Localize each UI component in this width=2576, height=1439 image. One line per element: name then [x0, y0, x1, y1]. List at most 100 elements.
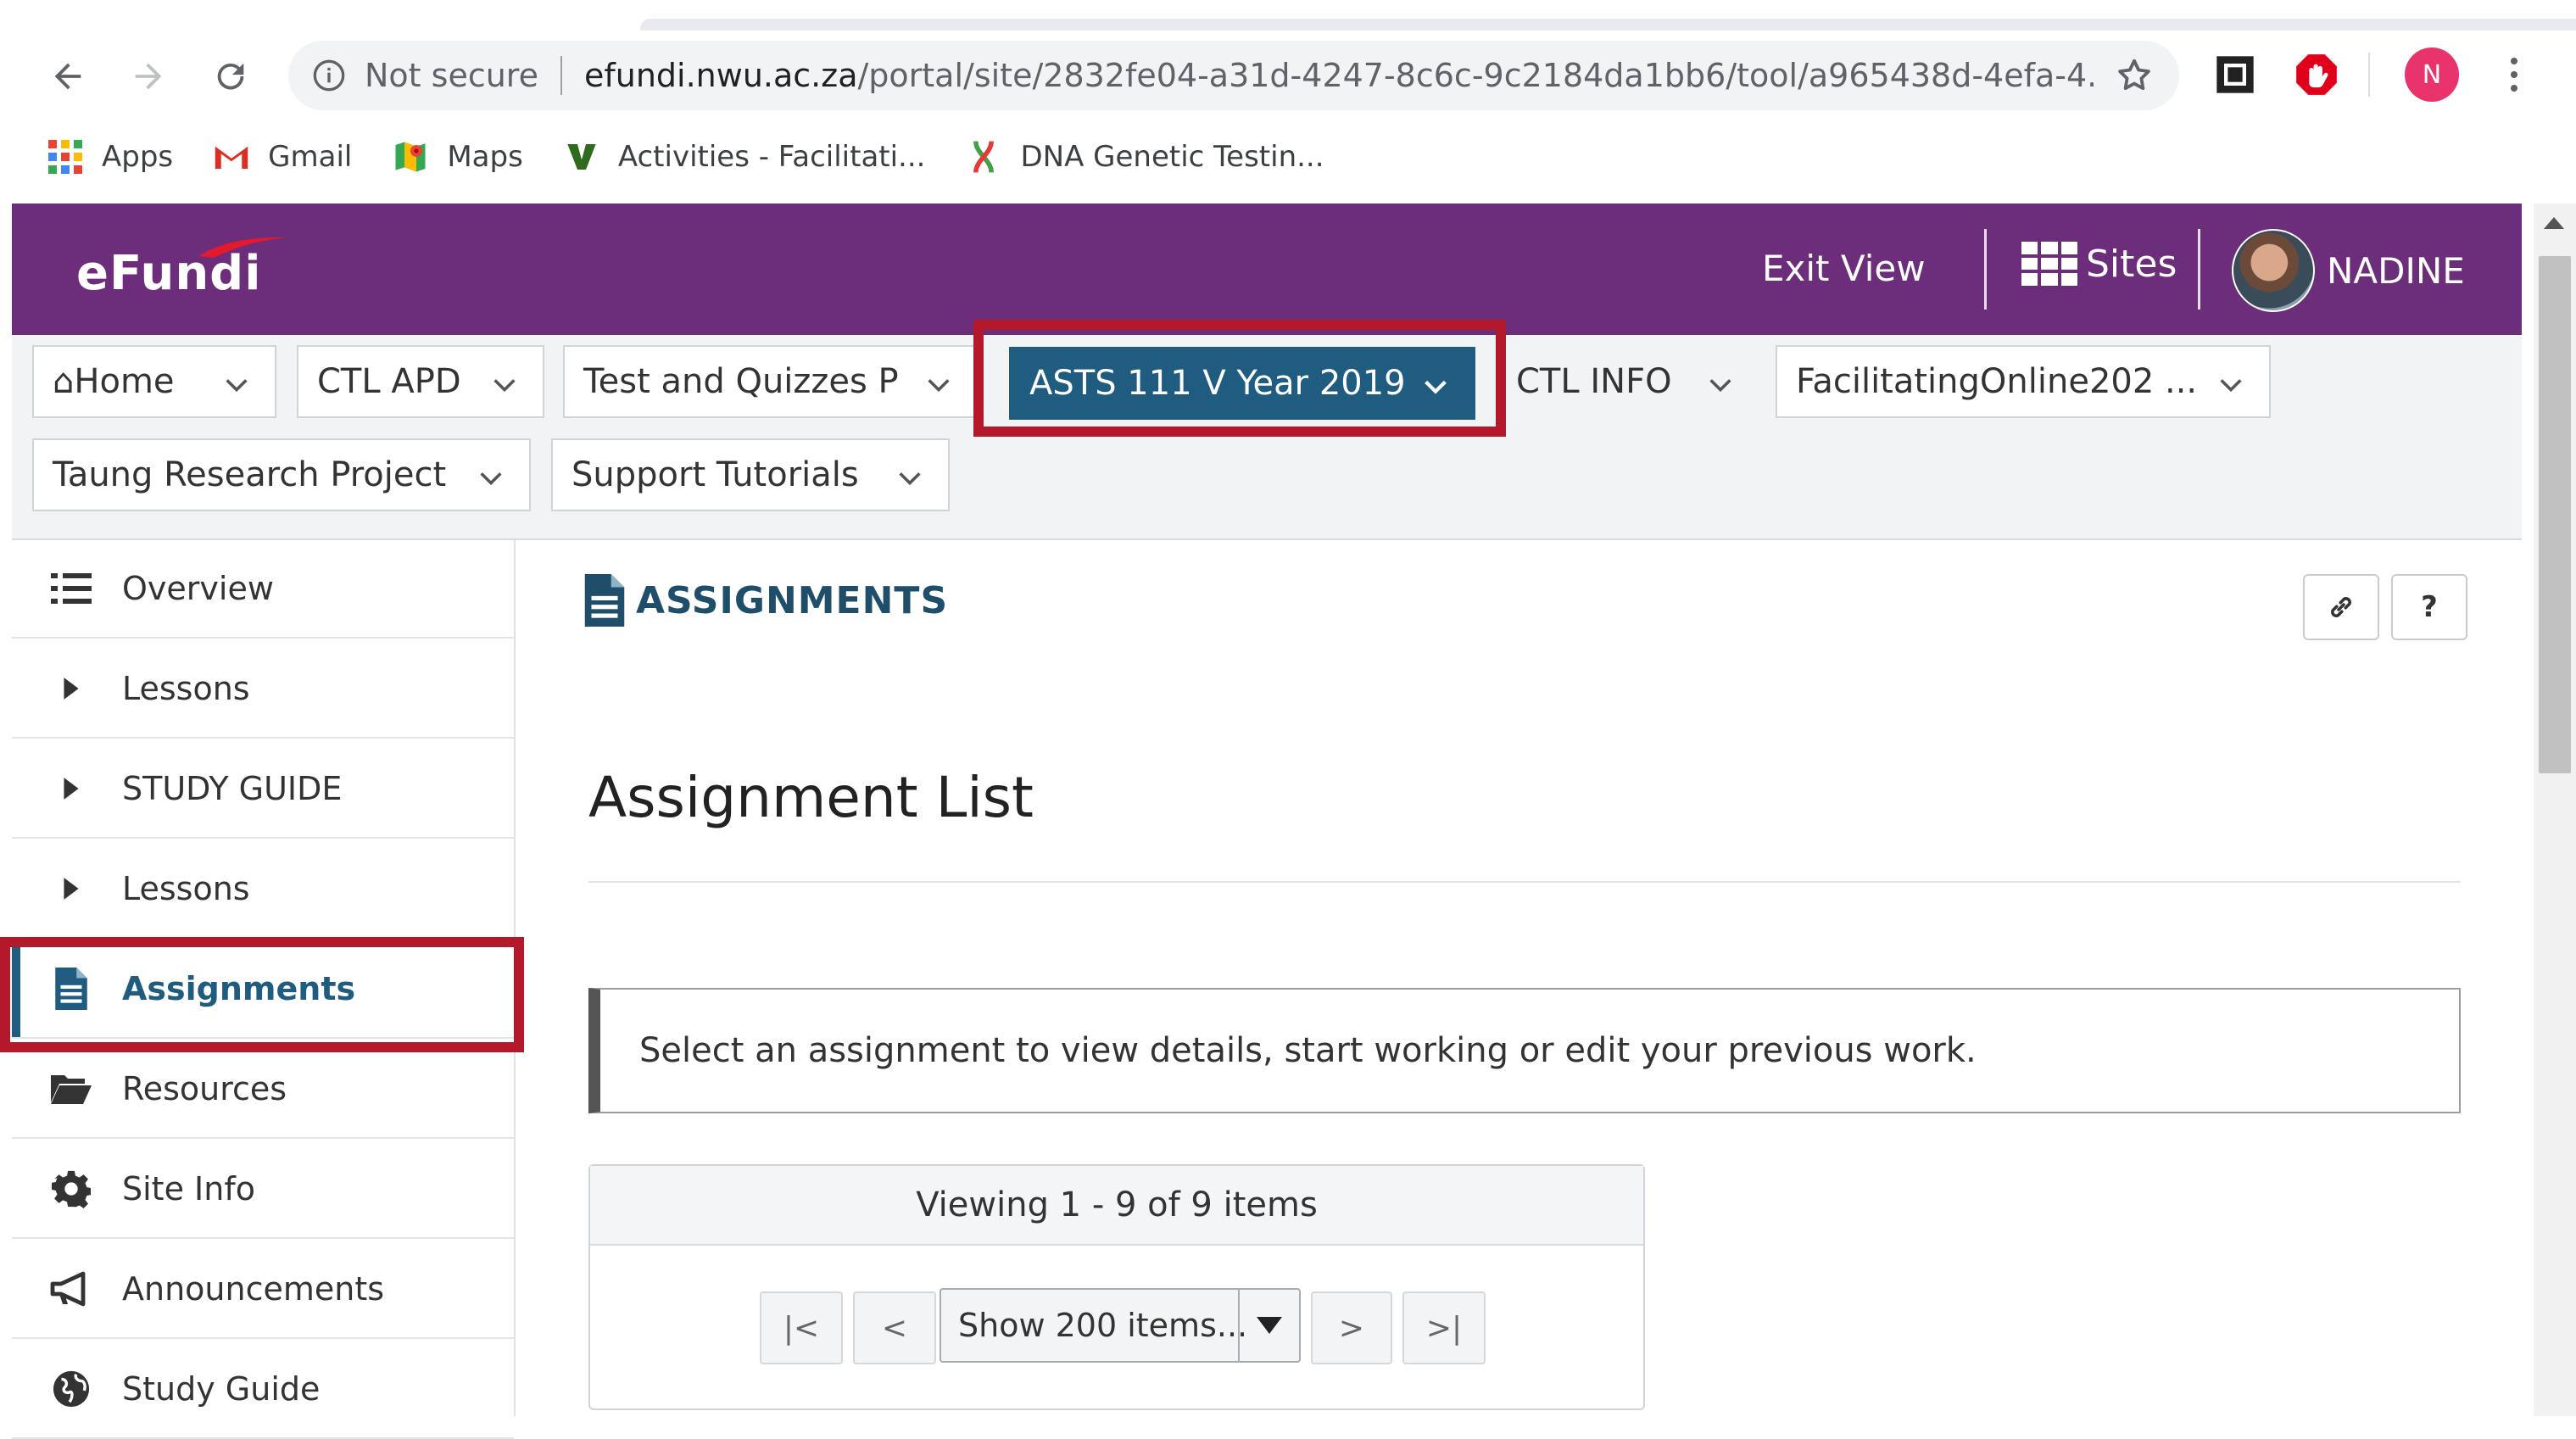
chevron-down-icon: [899, 472, 921, 486]
scroll-up-arrow-icon[interactable]: [2544, 217, 2564, 229]
tab-label: Support Tutorials: [572, 455, 859, 494]
tab-label: Taung Research Project: [53, 455, 447, 494]
chevron-down-icon: [226, 379, 248, 393]
apps-grid-icon: [47, 139, 83, 175]
tab-label: Test and Quizzes P: [583, 362, 899, 401]
tool-sidebar: Overview Lessons STUDY GUIDE Lessons Ass…: [0, 540, 524, 1439]
tab-home[interactable]: ⌂Home: [32, 345, 276, 418]
site-tabs: ⌂Home CTL APD Test and Quizzes P ASTS 11…: [12, 320, 2522, 540]
bookmark-label: Activities - Facilitati...: [617, 140, 926, 174]
page-title: Assignment List: [588, 765, 1034, 830]
sidebar-item-label: Announcements: [122, 1270, 385, 1308]
tab-ctl-apd[interactable]: CTL APD: [297, 345, 544, 418]
forward-arrow-icon: [135, 63, 162, 90]
info-icon: [313, 59, 345, 92]
address-bar[interactable]: Not secure efundi.nwu.ac.za/portal/site/…: [288, 41, 2179, 110]
bookmark-maps[interactable]: Maps: [393, 139, 523, 175]
globe-icon: [49, 1367, 93, 1411]
sidebar-item-resources[interactable]: Resources: [12, 1040, 514, 1139]
chevron-down-icon: [480, 472, 502, 486]
back-button[interactable]: [34, 42, 102, 110]
first-page-button[interactable]: |<: [760, 1291, 843, 1364]
title-divider: [588, 881, 2461, 883]
chrome-menu-icon[interactable]: [2497, 47, 2531, 102]
maps-icon: [393, 139, 428, 175]
last-page-button[interactable]: >|: [1402, 1291, 1486, 1364]
exit-view-button[interactable]: Exit View: [1762, 248, 1926, 289]
sidebar-item-study-guide[interactable]: Study Guide: [12, 1341, 514, 1439]
chevron-down-icon: [928, 379, 950, 393]
highlight-active-site: [973, 320, 1506, 437]
reload-icon: [217, 63, 244, 90]
sidebar-item-lessons-2[interactable]: Lessons: [12, 840, 514, 939]
browser-chrome: Not secure efundi.nwu.ac.za/portal/site/…: [0, 0, 2576, 202]
omnibox-divider: [560, 56, 562, 95]
bookmark-activities[interactable]: Activities - Facilitati...: [564, 139, 926, 175]
adblock-icon[interactable]: [2294, 53, 2339, 97]
sites-grid-icon: [2021, 242, 2077, 286]
url-path: /portal/site/2832fe04-a31d-4247-8c6c-9c2…: [857, 57, 2094, 94]
avatar: [2232, 229, 2315, 312]
tool-title: ASSIGNMENTS: [582, 574, 948, 627]
sidebar-item-study-guide-upper[interactable]: STUDY GUIDE: [12, 740, 514, 839]
url-text[interactable]: efundi.nwu.ac.za/portal/site/2832fe04-a3…: [584, 57, 2094, 94]
sidebar-item-label: Site Info: [122, 1170, 255, 1208]
sidebar-item-announcements[interactable]: Announcements: [12, 1241, 514, 1339]
scroll-thumb[interactable]: [2539, 256, 2571, 773]
tab-strip: [640, 19, 2576, 31]
sidebar-item-label: STUDY GUIDE: [122, 770, 343, 807]
prev-page-button[interactable]: <: [853, 1291, 936, 1364]
sites-label: Sites: [2086, 242, 2177, 286]
sidebar-item-lessons[interactable]: Lessons: [12, 640, 514, 739]
v-logo-icon: [564, 139, 599, 175]
pager: Viewing 1 - 9 of 9 items |< < Show 200 i…: [588, 1164, 1645, 1410]
sidebar-item-overview[interactable]: Overview: [12, 540, 514, 639]
forward-button[interactable]: [114, 42, 182, 110]
security-label[interactable]: Not secure: [365, 57, 538, 94]
tab-test-and-quizzes[interactable]: Test and Quizzes P: [563, 345, 979, 418]
pager-status: Viewing 1 - 9 of 9 items: [590, 1166, 1643, 1246]
page-size-select[interactable]: Show 200 items...: [940, 1288, 1301, 1363]
instructions-panel: Select an assignment to view details, st…: [588, 988, 2461, 1113]
sites-button[interactable]: Sites: [2021, 242, 2177, 286]
folder-open-icon: [49, 1067, 93, 1111]
tab-label: CTL INFO: [1516, 362, 1672, 401]
bookmark-label: Maps: [447, 140, 523, 174]
extension-square-icon[interactable]: [2213, 53, 2257, 97]
profile-avatar[interactable]: N: [2405, 47, 2459, 102]
next-page-button[interactable]: >: [1311, 1291, 1392, 1364]
user-menu-button[interactable]: NADINE: [2232, 229, 2465, 312]
page-scrollbar[interactable]: [2534, 204, 2576, 1416]
header-divider: [2198, 229, 2200, 310]
direct-link-button[interactable]: [2303, 574, 2379, 640]
sidebar-item-label: Resources: [122, 1070, 287, 1107]
help-button[interactable]: ?: [2391, 574, 2467, 640]
sidebar-item-site-info[interactable]: Site Info: [12, 1141, 514, 1239]
caret-right-icon: [49, 867, 93, 911]
tab-support-tutorials[interactable]: Support Tutorials: [551, 438, 950, 511]
bookmark-star-icon[interactable]: [2115, 56, 2154, 95]
bookmark-gmail[interactable]: Gmail: [214, 139, 352, 175]
tab-taung-research[interactable]: Taung Research Project: [32, 438, 531, 511]
reload-button[interactable]: [197, 42, 265, 110]
tab-label: ⌂Home: [53, 362, 175, 401]
sidebar-item-label: Lessons: [122, 870, 250, 907]
site-header: eFundi Exit View Sites NADINE: [12, 204, 2522, 335]
tab-label: FacilitatingOnline202 ...: [1796, 362, 2198, 401]
bookmarks-bar: Apps Gmail Maps Activities - Facilitati.…: [0, 127, 1365, 187]
bookmark-label: DNA Genetic Testin...: [1020, 140, 1324, 174]
bookmark-label: Gmail: [268, 140, 353, 174]
list-icon: [49, 566, 93, 611]
tab-label: CTL APD: [317, 362, 461, 401]
chevron-down-icon: [1709, 379, 1731, 393]
megaphone-icon: [49, 1267, 93, 1311]
logo-swoosh-icon: [198, 237, 288, 258]
sidebar-item-label: Study Guide: [122, 1370, 321, 1408]
tab-facilitating-online[interactable]: FacilitatingOnline202 ...: [1776, 345, 2271, 418]
file-icon: [584, 574, 625, 627]
bookmark-dna[interactable]: DNA Genetic Testin...: [966, 139, 1324, 175]
bookmark-apps[interactable]: Apps: [47, 139, 173, 175]
user-name: NADINE: [2327, 249, 2465, 292]
gear-icon: [49, 1167, 93, 1211]
tab-ctl-info[interactable]: CTL INFO: [1496, 345, 1760, 418]
